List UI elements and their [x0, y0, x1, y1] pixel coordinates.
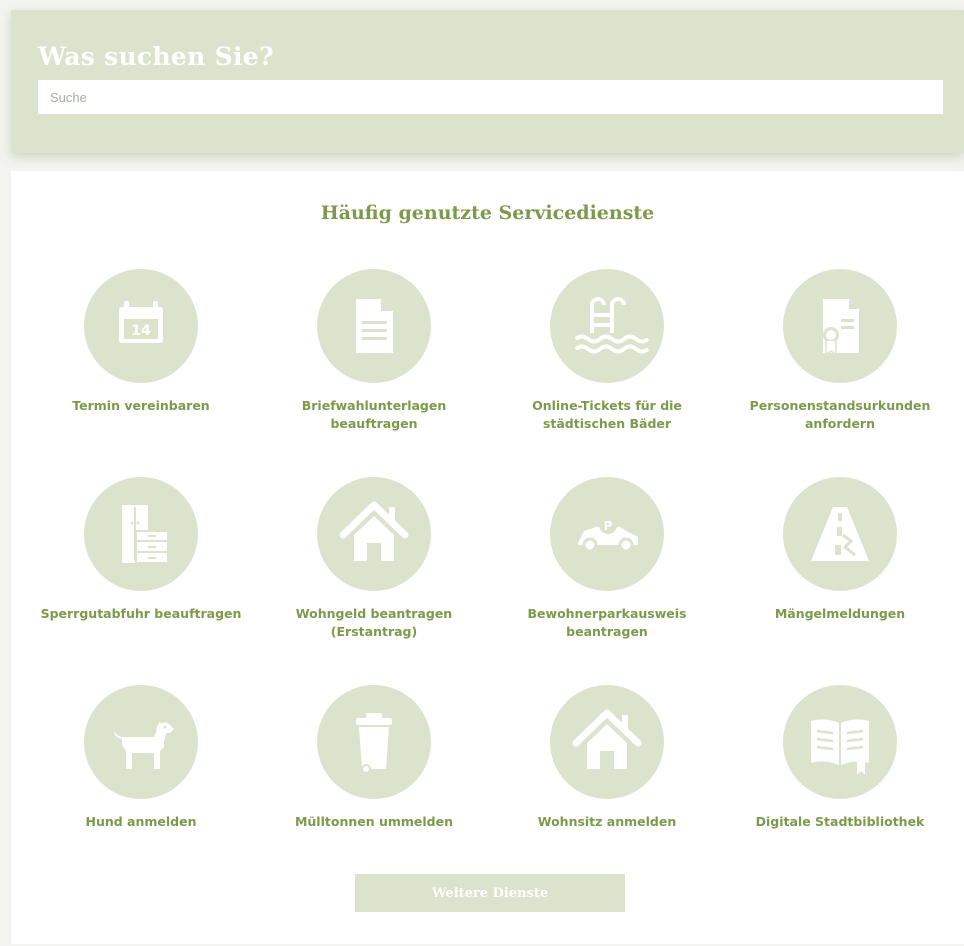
service-label: Mülltonnen ummelden	[294, 814, 454, 829]
service-label: Termin vereinbaren	[72, 398, 210, 413]
service-termin-vereinbaren[interactable]: 14 Termin vereinbaren	[25, 269, 257, 415]
search-panel: Was suchen Sie?	[11, 10, 964, 153]
house-icon	[317, 477, 431, 591]
calendar-icon: 14	[84, 269, 198, 383]
service-label: Mängelmeldungen	[774, 606, 906, 621]
service-label: Briefwahlunterlagen beauftragen	[301, 398, 447, 431]
service-online-tickets-baeder[interactable]: Online-Tickets für die städtischen Bäder	[491, 269, 723, 433]
service-personenstandsurkunden[interactable]: Personenstandsurkunden anfordern	[724, 269, 956, 433]
parking-car-icon: P	[550, 477, 664, 591]
service-maengelmeldungen[interactable]: Mängelmeldungen	[724, 477, 956, 623]
section-title: Häufig genutzte Servicedienste	[320, 202, 655, 224]
service-wohnsitz-anmelden[interactable]: Wohnsitz anmelden	[491, 685, 723, 831]
service-label: Digitale Stadtbibliothek	[755, 814, 925, 829]
road-damage-icon	[783, 477, 897, 591]
service-label: Sperrgutabfuhr beauftragen	[40, 606, 242, 621]
swimming-pool-icon	[550, 269, 664, 383]
service-label: Bewohnerparkausweis beantragen	[527, 606, 687, 639]
service-label: Wohnsitz anmelden	[537, 814, 677, 829]
trash-bin-icon	[317, 685, 431, 799]
services-section: Häufig genutzte Servicedienste 14 Termin…	[11, 171, 964, 944]
document-icon	[317, 269, 431, 383]
service-label: Online-Tickets für die städtischen Bäder	[532, 398, 682, 431]
calendar-day: 14	[131, 323, 151, 339]
service-wohngeld[interactable]: Wohngeld beantragen (Erstantrag)	[258, 477, 490, 641]
certificate-icon	[783, 269, 897, 383]
service-hund-anmelden[interactable]: Hund anmelden	[25, 685, 257, 831]
book-icon	[783, 685, 897, 799]
service-label: Hund anmelden	[85, 814, 197, 829]
parking-letter: P	[604, 519, 613, 533]
service-briefwahlunterlagen[interactable]: Briefwahlunterlagen beauftragen	[258, 269, 490, 433]
service-muelltonnen-ummelden[interactable]: Mülltonnen ummelden	[258, 685, 490, 831]
more-services-button[interactable]: Weitere Dienste	[355, 874, 625, 912]
house-icon	[550, 685, 664, 799]
service-sperrgutabfuhr[interactable]: Sperrgutabfuhr beauftragen	[25, 477, 257, 623]
dog-icon	[84, 685, 198, 799]
search-heading: Was suchen Sie?	[38, 42, 274, 71]
search-input[interactable]	[38, 80, 943, 114]
service-label: Wohngeld beantragen (Erstantrag)	[295, 606, 453, 639]
service-digitale-stadtbibliothek[interactable]: Digitale Stadtbibliothek	[724, 685, 956, 831]
service-label: Personenstandsurkunden anfordern	[749, 398, 931, 431]
furniture-icon	[84, 477, 198, 591]
service-bewohnerparkausweis[interactable]: P Bewohnerparkausweis beantragen	[491, 477, 723, 641]
